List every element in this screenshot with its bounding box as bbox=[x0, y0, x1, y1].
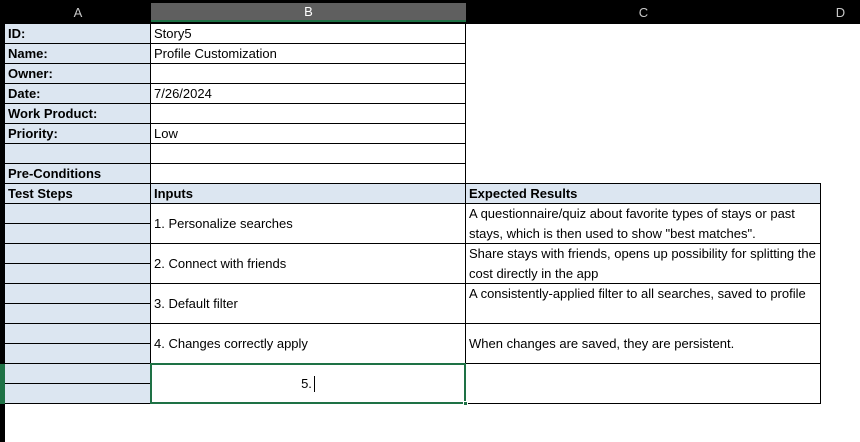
step-input-3[interactable]: 3. Default filter bbox=[151, 284, 466, 324]
step-cell[interactable] bbox=[5, 324, 151, 344]
step-result-1[interactable]: A questionnaire/quiz about favorite type… bbox=[466, 204, 821, 244]
step-input-4[interactable]: 4. Changes correctly apply bbox=[151, 324, 466, 364]
column-header-d[interactable]: D bbox=[821, 3, 860, 22]
step-result-5[interactable] bbox=[466, 364, 821, 404]
step-cell[interactable] bbox=[5, 264, 151, 284]
label-priority[interactable]: Priority: bbox=[5, 124, 151, 144]
active-cell-value: 5. bbox=[301, 376, 312, 391]
value-date[interactable]: 7/26/2024 bbox=[151, 84, 466, 104]
label-date[interactable]: Date: bbox=[5, 84, 151, 104]
label-work-product[interactable]: Work Product: bbox=[5, 104, 151, 124]
step-input-1[interactable]: 1. Personalize searches bbox=[151, 204, 466, 244]
text-cursor bbox=[313, 375, 315, 392]
blank-value-cell[interactable] bbox=[151, 144, 466, 164]
header-test-steps[interactable]: Test Steps bbox=[5, 184, 151, 204]
value-owner[interactable] bbox=[151, 64, 466, 84]
step-cell[interactable] bbox=[5, 224, 151, 244]
step-result-3[interactable]: A consistently-applied filter to all sea… bbox=[466, 284, 821, 324]
step-cell[interactable] bbox=[5, 384, 151, 404]
step-cell[interactable] bbox=[5, 304, 151, 324]
header-expected-results[interactable]: Expected Results bbox=[466, 183, 821, 204]
step-cell[interactable] bbox=[5, 244, 151, 264]
label-preconditions[interactable]: Pre-Conditions bbox=[5, 164, 151, 184]
label-id[interactable]: ID: bbox=[5, 24, 151, 44]
column-header-b[interactable]: B bbox=[151, 3, 466, 22]
label-owner[interactable]: Owner: bbox=[5, 64, 151, 84]
active-cell-editor[interactable]: 5. bbox=[150, 363, 466, 404]
value-priority[interactable]: Low bbox=[151, 124, 466, 144]
step-cell[interactable] bbox=[5, 284, 151, 304]
blank-label-cell[interactable] bbox=[5, 144, 151, 164]
step-cell[interactable] bbox=[5, 364, 151, 384]
step-cell[interactable] bbox=[5, 344, 151, 364]
step-input-2[interactable]: 2. Connect with friends bbox=[151, 244, 466, 284]
step-cell[interactable] bbox=[5, 204, 151, 224]
value-preconditions[interactable] bbox=[151, 164, 466, 184]
step-result-4[interactable]: When changes are saved, they are persist… bbox=[466, 324, 821, 364]
value-id[interactable]: Story5 bbox=[151, 24, 466, 44]
step-result-2[interactable]: Share stays with friends, opens up possi… bbox=[466, 244, 821, 284]
value-work-product[interactable] bbox=[151, 104, 466, 124]
column-header-a[interactable]: A bbox=[5, 3, 151, 22]
fill-handle[interactable] bbox=[463, 401, 468, 406]
label-name[interactable]: Name: bbox=[5, 44, 151, 64]
header-inputs[interactable]: Inputs bbox=[151, 184, 466, 204]
column-header-c[interactable]: C bbox=[466, 3, 821, 22]
value-name[interactable]: Profile Customization bbox=[151, 44, 466, 64]
